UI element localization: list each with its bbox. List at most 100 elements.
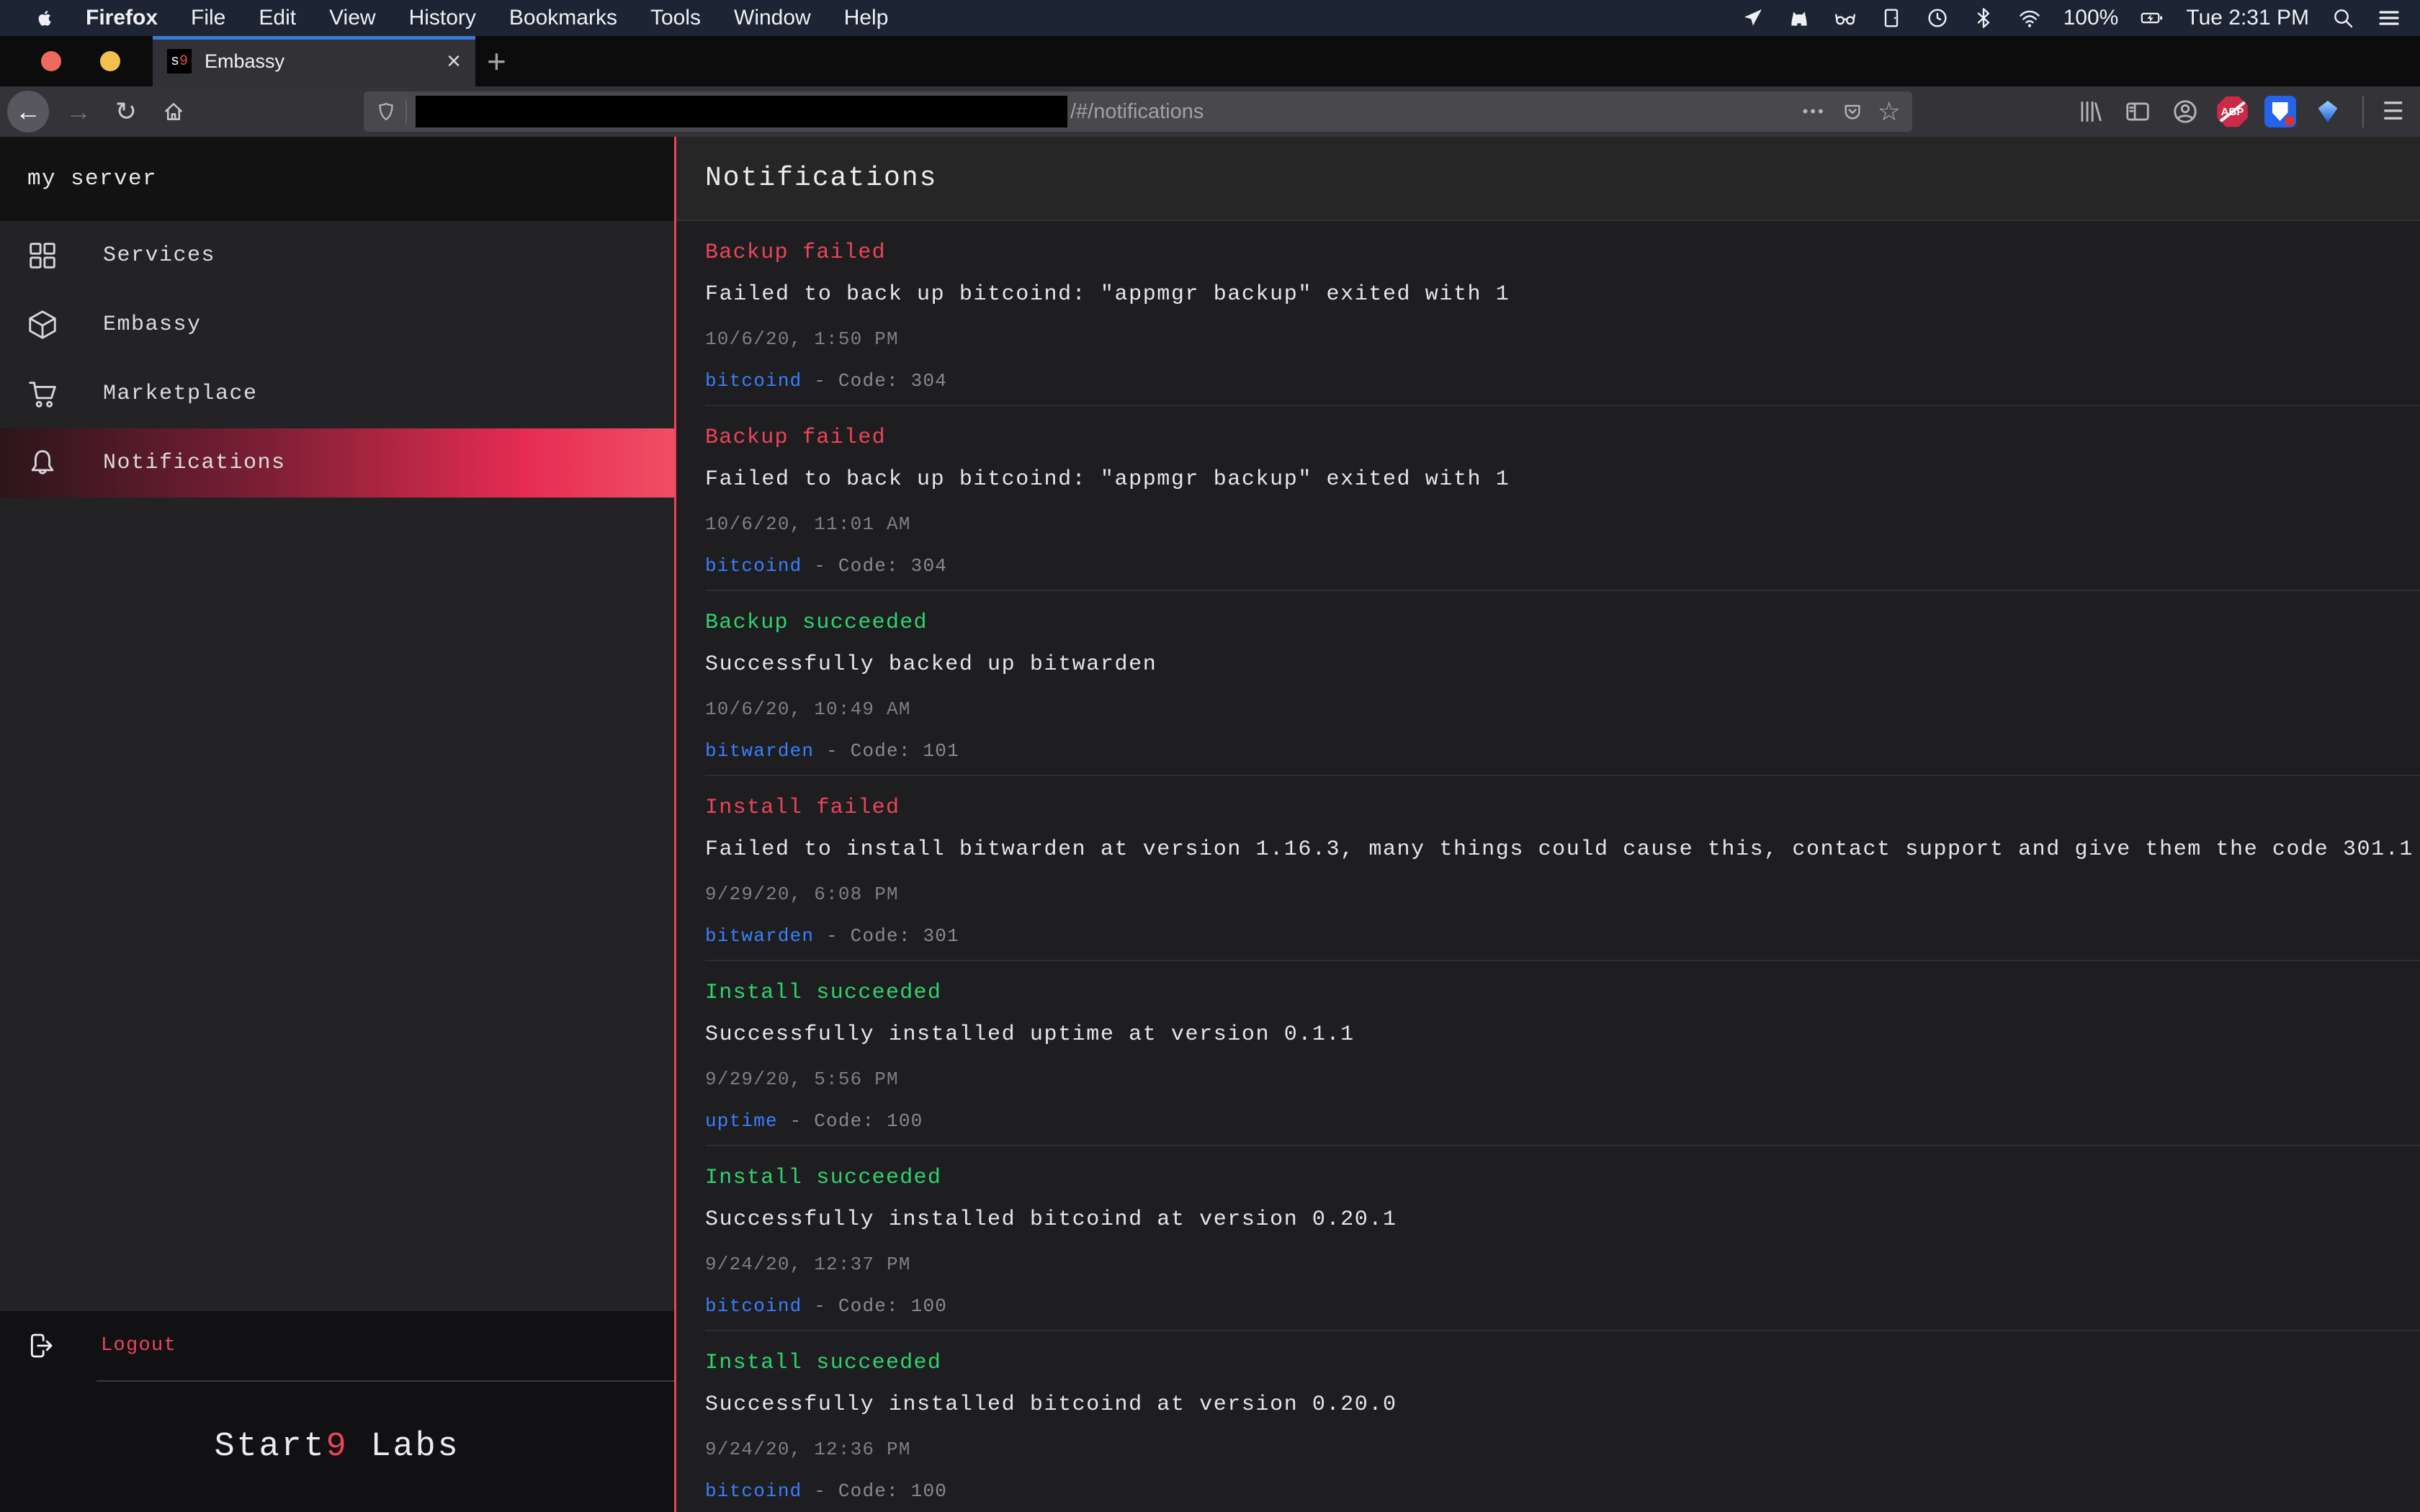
bitwarden-extension-icon[interactable] bbox=[2264, 96, 2296, 127]
sidebar-item-embassy[interactable]: Embassy bbox=[0, 290, 674, 359]
account-icon[interactable] bbox=[2169, 96, 2201, 127]
library-icon[interactable] bbox=[2074, 96, 2106, 127]
notification-body: Failed to back up bitcoind: "appmgr back… bbox=[705, 467, 2420, 492]
url-path-text: /#/notifications bbox=[1070, 100, 1803, 124]
sidebar-item-notifications[interactable]: Notifications bbox=[0, 428, 674, 498]
menubar-menus: Firefox File Edit View History Bookmarks… bbox=[22, 6, 905, 30]
reload-button[interactable]: ↻ bbox=[105, 91, 147, 132]
notification-meta: bitcoind - Code: 100 bbox=[705, 1295, 2420, 1318]
app-link[interactable]: bitwarden bbox=[705, 925, 814, 947]
glasses-icon[interactable] bbox=[1833, 6, 1857, 30]
list-menu-icon[interactable] bbox=[2377, 6, 2401, 30]
wifi-icon[interactable] bbox=[2017, 6, 2042, 30]
notification-item: Backup failed Failed to back up bitcoind… bbox=[705, 221, 2420, 406]
battery-percentage: 100% bbox=[2063, 6, 2119, 30]
pocket-save-icon[interactable] bbox=[1842, 101, 1878, 122]
menu-bookmarks[interactable]: Bookmarks bbox=[493, 6, 634, 30]
sidebar-item-label: Embassy bbox=[103, 312, 202, 337]
new-tab-button[interactable]: + bbox=[481, 36, 512, 86]
app-link[interactable]: bitcoind bbox=[705, 555, 802, 577]
time-machine-icon[interactable] bbox=[1925, 6, 1950, 30]
logout-label: Logout bbox=[101, 1335, 176, 1356]
menu-view[interactable]: View bbox=[313, 6, 392, 30]
notification-code: - Code: 101 bbox=[826, 740, 959, 762]
page-header: Notifications bbox=[676, 137, 2420, 221]
cube-icon bbox=[26, 308, 59, 341]
notification-body: Successfully installed uptime at version… bbox=[705, 1022, 2420, 1048]
battery-icon[interactable] bbox=[2140, 6, 2164, 30]
bluetooth-icon[interactable] bbox=[1971, 6, 1996, 30]
macos-menubar: Firefox File Edit View History Bookmarks… bbox=[0, 0, 2420, 36]
notification-body: Successfully installed bitcoind at versi… bbox=[705, 1207, 2420, 1233]
hamburger-menu-icon[interactable]: ☰ bbox=[2383, 97, 2404, 126]
sidebar-item-services[interactable]: Services bbox=[0, 221, 674, 290]
menubar-clock[interactable]: Tue 2:31 PM bbox=[2186, 6, 2309, 30]
forward-button[interactable]: → bbox=[58, 91, 99, 132]
url-bar[interactable]: /#/notifications ••• ☆ bbox=[364, 91, 1912, 132]
home-button[interactable] bbox=[153, 91, 194, 132]
notification-code: - Code: 100 bbox=[814, 1480, 947, 1502]
browser-tab-embassy[interactable]: s9 Embassy × bbox=[153, 36, 475, 86]
firefox-tab-bar: s9 Embassy × + bbox=[0, 36, 2420, 86]
spotlight-search-icon[interactable] bbox=[2331, 6, 2355, 30]
page-actions-icon[interactable]: ••• bbox=[1803, 102, 1826, 121]
notification-meta: bitcoind - Code: 304 bbox=[705, 554, 2420, 577]
sidebar-item-label: Services bbox=[103, 243, 215, 268]
server-title: my server bbox=[27, 166, 157, 192]
toolbar-separator bbox=[2362, 96, 2364, 127]
display-icon[interactable] bbox=[1879, 6, 1904, 30]
bookmark-star-icon[interactable]: ☆ bbox=[1878, 96, 1901, 127]
menu-tools[interactable]: Tools bbox=[634, 6, 717, 30]
bell-icon bbox=[26, 446, 59, 480]
tracking-protection-shield-icon[interactable] bbox=[375, 101, 397, 122]
sidebar-item-marketplace[interactable]: Marketplace bbox=[0, 359, 674, 428]
notification-meta: uptime - Code: 100 bbox=[705, 1110, 2420, 1133]
sidebar-menu: Services Embassy Marketplace Notificatio… bbox=[0, 221, 674, 1311]
notification-timestamp: 9/24/20, 12:36 PM bbox=[705, 1438, 2420, 1461]
grid-icon bbox=[26, 239, 59, 272]
notification-body: Failed to install bitwarden at version 1… bbox=[705, 837, 2420, 863]
adblock-plus-extension-icon[interactable]: ABP bbox=[2217, 96, 2249, 127]
close-window-button[interactable] bbox=[41, 51, 61, 71]
notification-item: Backup succeeded Successfully backed up … bbox=[705, 591, 2420, 776]
sidebar-toggle-icon[interactable] bbox=[2122, 96, 2154, 127]
menu-window[interactable]: Window bbox=[717, 6, 828, 30]
notification-body: Failed to back up bitcoind: "appmgr back… bbox=[705, 282, 2420, 307]
app-link[interactable]: bitcoind bbox=[705, 1295, 802, 1317]
menu-edit[interactable]: Edit bbox=[242, 6, 313, 30]
redacted-url-host bbox=[416, 96, 1067, 127]
urlbar-separator bbox=[405, 99, 407, 124]
sidebar-accent-divider bbox=[674, 137, 676, 1512]
notification-timestamp: 9/29/20, 6:08 PM bbox=[705, 883, 2420, 906]
menu-app-name[interactable]: Firefox bbox=[69, 6, 174, 30]
sidebar-bottom: Logout Start9 Labs bbox=[0, 1311, 674, 1512]
paper-plane-icon[interactable] bbox=[1741, 6, 1765, 30]
logout-button[interactable]: Logout bbox=[0, 1311, 674, 1380]
minimize-window-button[interactable] bbox=[100, 51, 120, 71]
notification-code: - Code: 301 bbox=[826, 925, 959, 947]
cart-icon bbox=[26, 377, 59, 410]
notification-item: Install succeeded Successfully installed… bbox=[705, 1146, 2420, 1331]
menu-file[interactable]: File bbox=[174, 6, 242, 30]
app-link[interactable]: bitwarden bbox=[705, 740, 814, 762]
brand-nine: 9 bbox=[326, 1428, 348, 1466]
apple-logo-icon[interactable] bbox=[22, 7, 69, 29]
notification-item: Backup failed Failed to back up bitcoind… bbox=[705, 406, 2420, 591]
back-button[interactable]: ← bbox=[7, 91, 49, 132]
app-link[interactable]: uptime bbox=[705, 1110, 778, 1132]
gem-extension-icon[interactable] bbox=[2312, 96, 2344, 127]
menu-history[interactable]: History bbox=[393, 6, 493, 30]
main-content: Notifications Backup failed Failed to ba… bbox=[676, 137, 2420, 1512]
notification-code: - Code: 304 bbox=[814, 555, 947, 577]
menu-help[interactable]: Help bbox=[828, 6, 905, 30]
notification-timestamp: 9/24/20, 12:37 PM bbox=[705, 1253, 2420, 1276]
notification-title: Install succeeded bbox=[705, 1350, 2420, 1376]
notification-body: Successfully installed bitcoind at versi… bbox=[705, 1392, 2420, 1418]
app-link[interactable]: bitcoind bbox=[705, 370, 802, 392]
notification-meta: bitwarden - Code: 301 bbox=[705, 924, 2420, 948]
menubar-status-area: 100% Tue 2:31 PM bbox=[1741, 6, 2401, 30]
cat-icon[interactable] bbox=[1787, 6, 1811, 30]
tab-close-icon[interactable]: × bbox=[447, 49, 461, 73]
app-link[interactable]: bitcoind bbox=[705, 1480, 802, 1502]
toolbar-extensions-area: ABP ☰ bbox=[2074, 86, 2420, 137]
